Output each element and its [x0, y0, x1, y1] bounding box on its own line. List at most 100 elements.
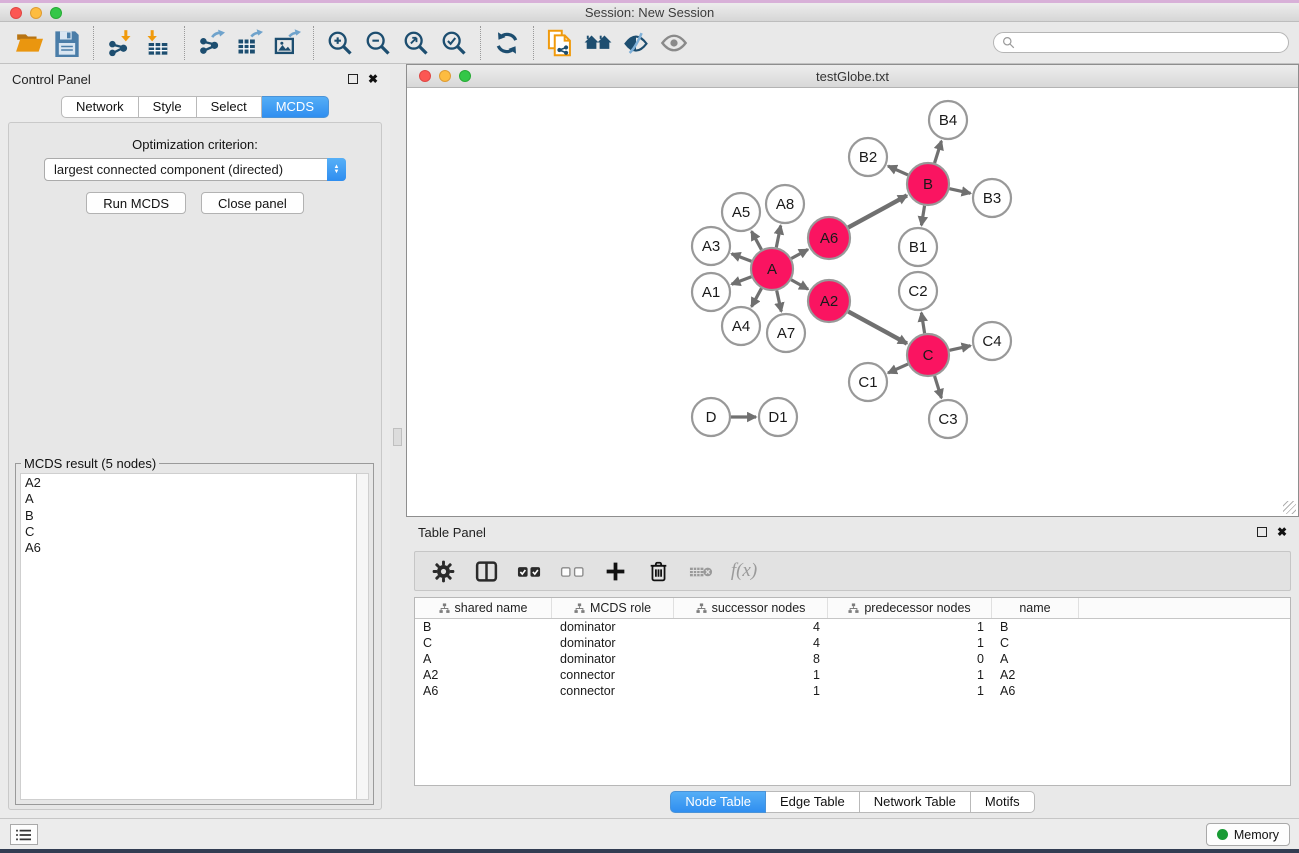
zoom-network-button[interactable] — [459, 70, 471, 82]
select-all-button[interactable] — [511, 554, 547, 588]
network-window-titlebar[interactable]: testGlobe.txt — [407, 65, 1298, 88]
close-network-button[interactable] — [419, 70, 431, 82]
table-row[interactable]: Cdominator41C — [415, 635, 1290, 651]
graph-edge-C-C2[interactable] — [921, 313, 924, 334]
open-session-button[interactable] — [10, 25, 48, 61]
graph-edge-B-B1[interactable] — [921, 206, 924, 226]
tab-network[interactable]: Network — [61, 96, 139, 118]
import-table-button[interactable] — [139, 25, 177, 61]
column-header-name[interactable]: name — [992, 598, 1079, 618]
export-table-button[interactable] — [230, 25, 268, 61]
graph-edge-A-A8[interactable] — [776, 226, 780, 248]
table-row[interactable]: Bdominator41B — [415, 619, 1290, 635]
column-header-predecessor-nodes[interactable]: predecessor nodes — [828, 598, 992, 618]
zoom-selected-button[interactable] — [435, 25, 473, 61]
table-row[interactable]: A2connector11A2 — [415, 667, 1290, 683]
home-icon — [584, 29, 612, 57]
graph-edge-A-A5[interactable] — [752, 231, 762, 249]
close-panel-icon[interactable]: ✖ — [368, 74, 378, 84]
optimization-criterion-dropdown[interactable]: largest connected component (directed) ▲… — [44, 158, 346, 181]
table-tab-edge-table[interactable]: Edge Table — [766, 791, 860, 813]
close-window-button[interactable] — [10, 7, 22, 19]
table-cell: C — [415, 636, 552, 650]
float-table-panel-icon[interactable] — [1257, 527, 1267, 537]
divider-grip-icon[interactable] — [393, 428, 402, 446]
graph-edge-A-A6[interactable] — [791, 249, 808, 258]
dropdown-selected-value: largest connected component (directed) — [45, 162, 327, 177]
deselect-all-button[interactable] — [554, 554, 590, 588]
task-history-button[interactable] — [10, 824, 38, 845]
add-column-button[interactable] — [597, 554, 633, 588]
result-scrollbar[interactable] — [356, 474, 368, 799]
graph-node-label: B — [923, 176, 933, 193]
memory-button[interactable]: Memory — [1206, 823, 1290, 846]
table-cell: dominator — [552, 652, 674, 666]
mcds-result-item[interactable]: A6 — [25, 540, 356, 556]
resize-grip-icon[interactable] — [1283, 501, 1296, 514]
graph-edge-C-C4[interactable] — [949, 346, 970, 351]
tab-mcds[interactable]: MCDS — [262, 96, 329, 118]
column-type-icon — [696, 603, 707, 614]
minimize-network-button[interactable] — [439, 70, 451, 82]
graph-edge-A-A2[interactable] — [791, 280, 808, 289]
zoom-in-button[interactable] — [321, 25, 359, 61]
mcds-result-title: MCDS result (5 nodes) — [21, 456, 159, 471]
table-toolbar: f(x) — [414, 551, 1291, 591]
column-header-successor-nodes[interactable]: successor nodes — [674, 598, 828, 618]
graph-edge-A-A7[interactable] — [777, 290, 782, 311]
graph-edge-C-C3[interactable] — [935, 376, 942, 398]
zoom-out-button[interactable] — [359, 25, 397, 61]
zoom-window-button[interactable] — [50, 7, 62, 19]
import-network-button[interactable] — [101, 25, 139, 61]
network-graph[interactable]: B4B2BB3A8A5A6A3B1AA1C2A2A4A7C4CC1C3DD1 — [407, 88, 1298, 516]
table-row[interactable]: Adominator80A — [415, 651, 1290, 667]
table-tab-motifs[interactable]: Motifs — [971, 791, 1035, 813]
search-input[interactable] — [1020, 36, 1280, 50]
panel-divider[interactable] — [390, 64, 406, 818]
column-header-shared-name[interactable]: shared name — [415, 598, 552, 618]
graph-edge-A2-C[interactable] — [848, 312, 907, 344]
table-row[interactable]: A6connector11A6 — [415, 683, 1290, 699]
column-layout-button[interactable] — [468, 554, 504, 588]
home-button[interactable] — [579, 25, 617, 61]
column-header-mcds-role[interactable]: MCDS role — [552, 598, 674, 618]
graph-edge-A-A3[interactable] — [732, 254, 752, 261]
graph-edge-B-B4[interactable] — [935, 141, 942, 163]
table-tab-network-table[interactable]: Network Table — [860, 791, 971, 813]
delete-table-button[interactable] — [683, 554, 719, 588]
mcds-result-item[interactable]: B — [25, 508, 356, 524]
control-panel: Control Panel ✖ NetworkStyleSelectMCDS O… — [0, 64, 390, 818]
graph-edge-B-B3[interactable] — [949, 189, 970, 194]
mcds-result-item[interactable]: A — [25, 491, 356, 507]
show-graphics-details-button[interactable] — [655, 25, 693, 61]
graph-edge-A-A1[interactable] — [732, 277, 752, 284]
new-network-from-selection-button[interactable] — [541, 25, 579, 61]
save-session-button[interactable] — [48, 25, 86, 61]
table-tab-node-table[interactable]: Node Table — [670, 791, 766, 813]
close-panel-button[interactable]: Close panel — [201, 192, 304, 214]
minimize-window-button[interactable] — [30, 7, 42, 19]
export-table-icon — [235, 29, 263, 57]
import-network-icon — [106, 29, 134, 57]
tab-select[interactable]: Select — [197, 96, 262, 118]
mcds-result-item[interactable]: A2 — [25, 475, 356, 491]
export-image-button[interactable] — [268, 25, 306, 61]
column-type-icon — [439, 603, 450, 614]
tab-style[interactable]: Style — [139, 96, 197, 118]
mcds-result-item[interactable]: C — [25, 524, 356, 540]
function-builder-button[interactable]: f(x) — [726, 554, 762, 588]
run-mcds-button[interactable]: Run MCDS — [86, 192, 186, 214]
refresh-button[interactable] — [488, 25, 526, 61]
float-panel-icon[interactable] — [348, 74, 358, 84]
close-table-panel-icon[interactable]: ✖ — [1277, 527, 1287, 537]
export-network-button[interactable] — [192, 25, 230, 61]
hide-graphics-details-button[interactable] — [617, 25, 655, 61]
toolbar-search[interactable] — [993, 32, 1289, 53]
graph-edge-A-A4[interactable] — [752, 288, 762, 306]
table-settings-button[interactable] — [425, 554, 461, 588]
graph-edge-A6-B[interactable] — [848, 195, 907, 227]
zoom-fit-button[interactable] — [397, 25, 435, 61]
graph-edge-C-C1[interactable] — [888, 364, 908, 373]
delete-button[interactable] — [640, 554, 676, 588]
graph-edge-B-B2[interactable] — [888, 166, 908, 175]
